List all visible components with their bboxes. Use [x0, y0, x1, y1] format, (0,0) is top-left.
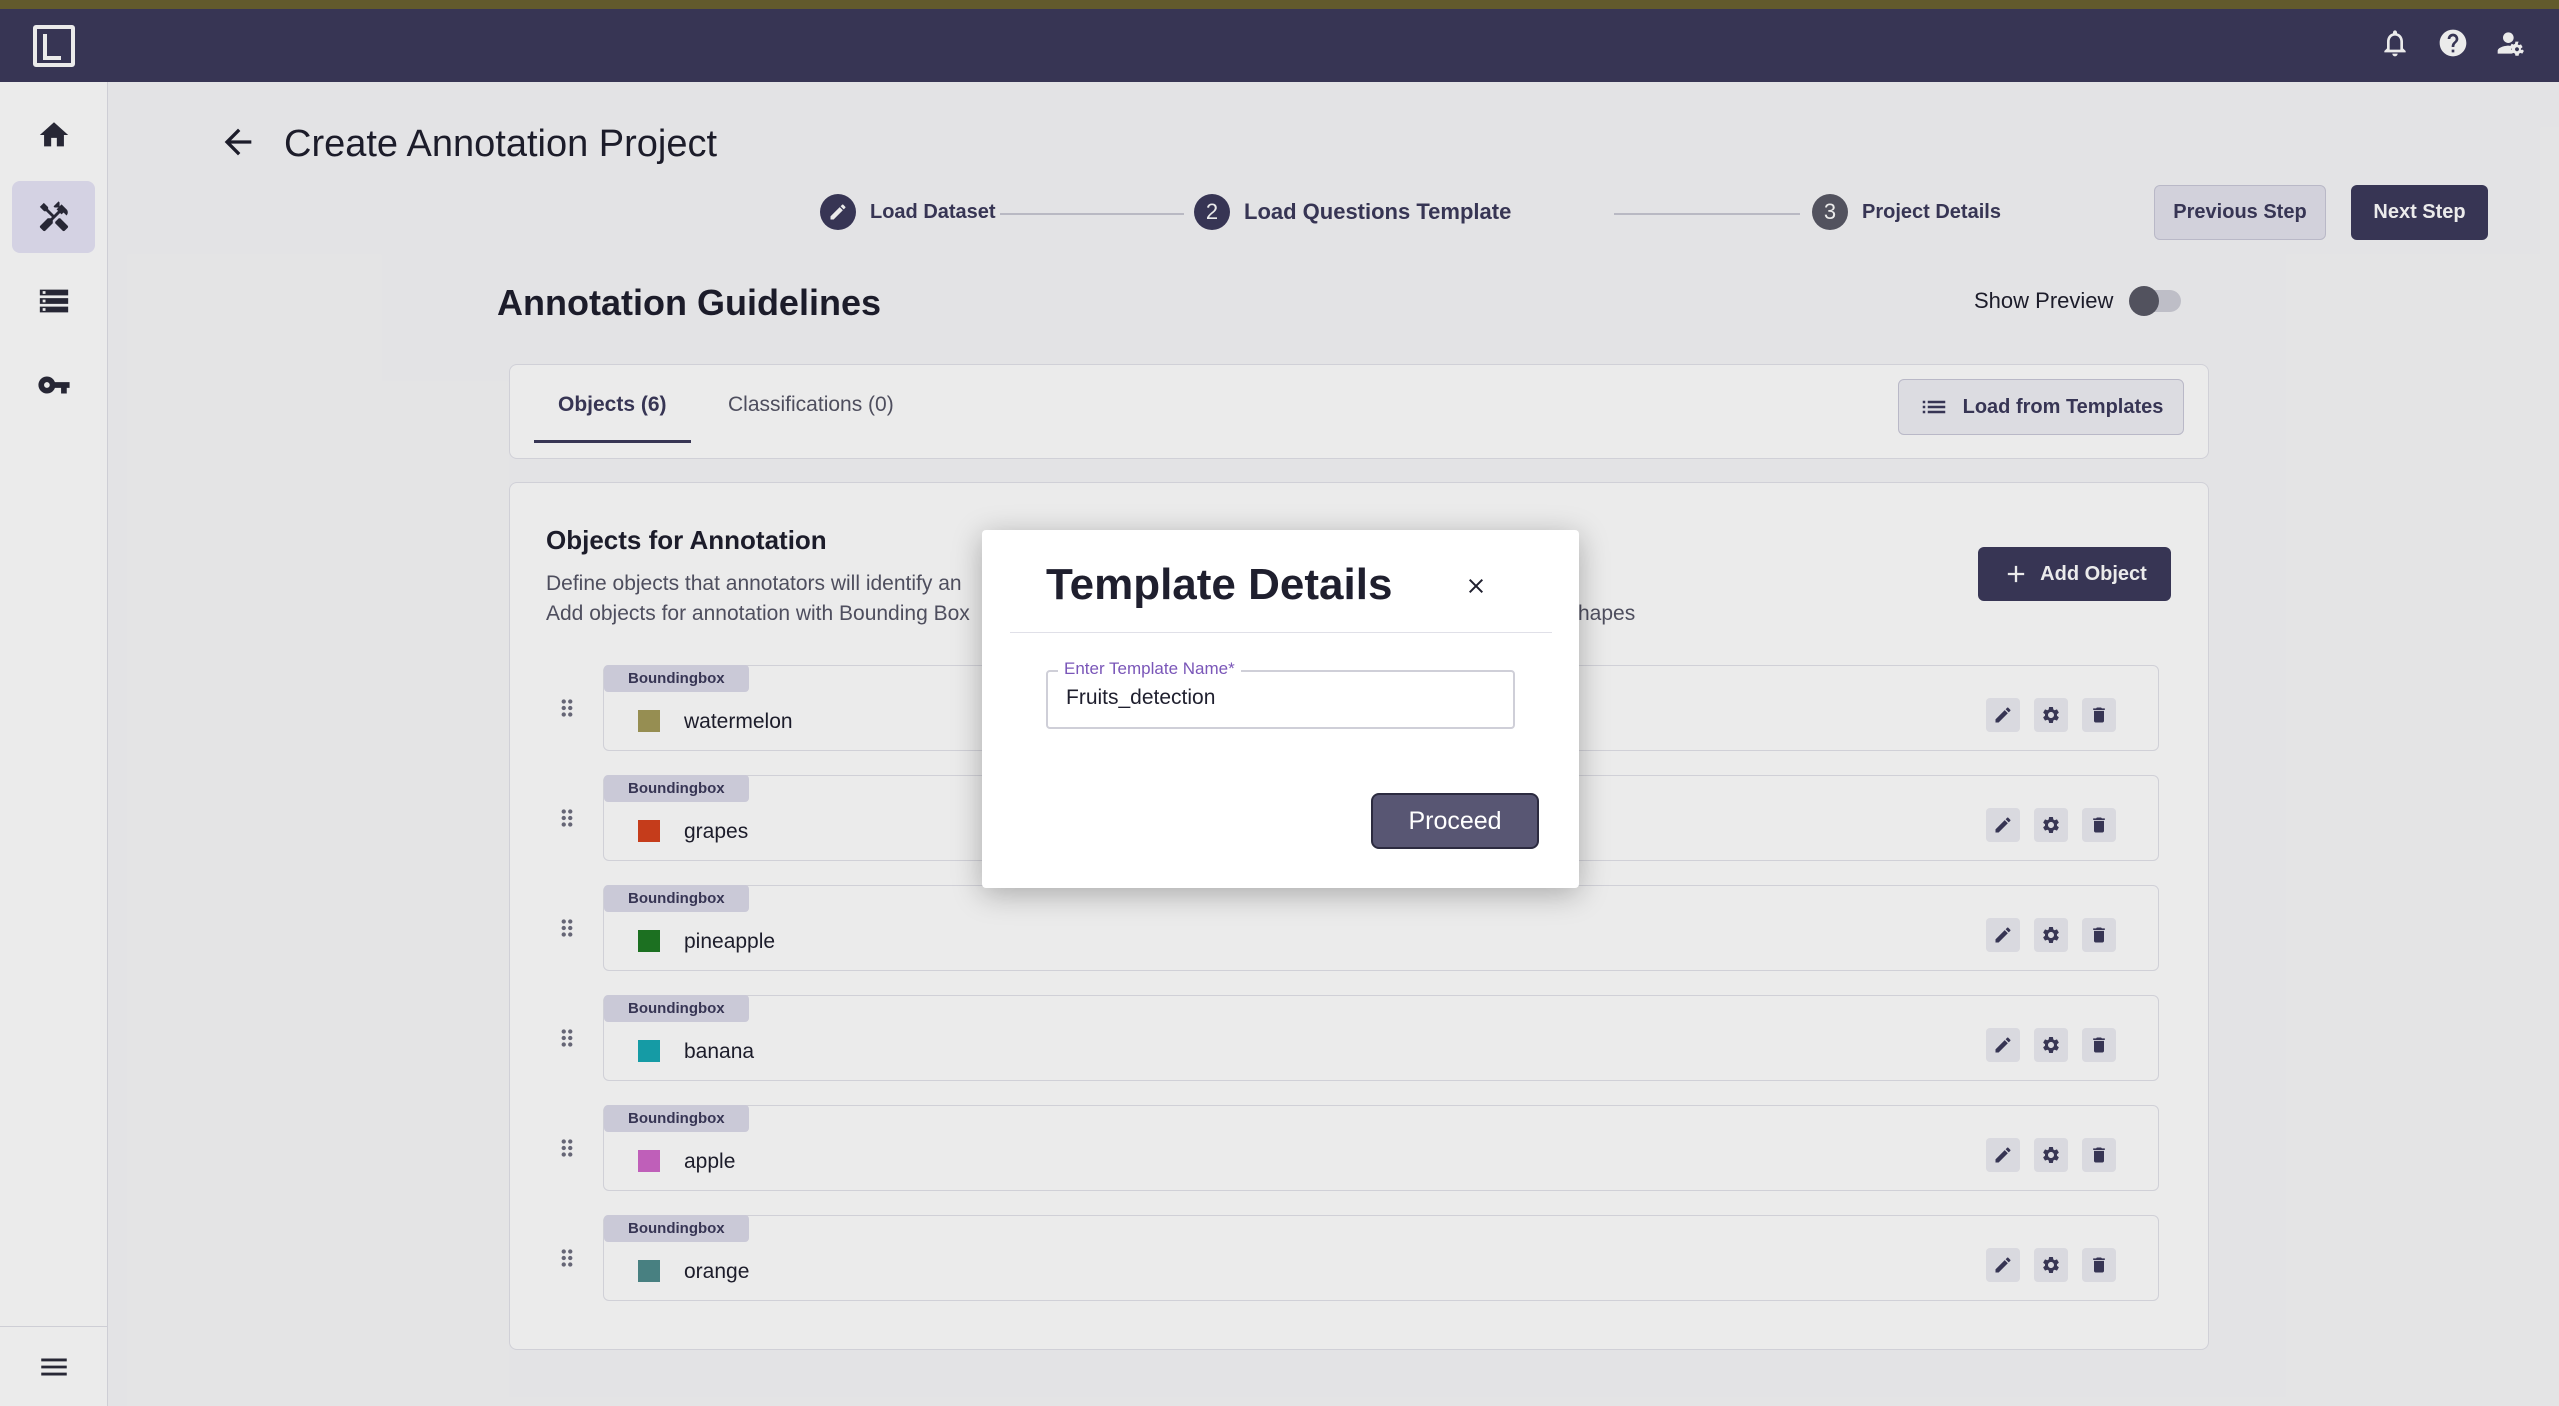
template-name-field: Enter Template Name* — [1046, 659, 1515, 729]
template-name-input[interactable] — [1066, 686, 1496, 710]
template-name-label: Enter Template Name* — [1058, 659, 1241, 679]
template-details-modal: Template Details Enter Template Name* Pr… — [982, 530, 1579, 888]
close-button[interactable] — [1458, 568, 1494, 604]
modal-divider — [1010, 632, 1552, 633]
close-icon — [1469, 579, 1483, 593]
proceed-button[interactable]: Proceed — [1371, 793, 1539, 849]
modal-title: Template Details — [1046, 560, 1393, 609]
